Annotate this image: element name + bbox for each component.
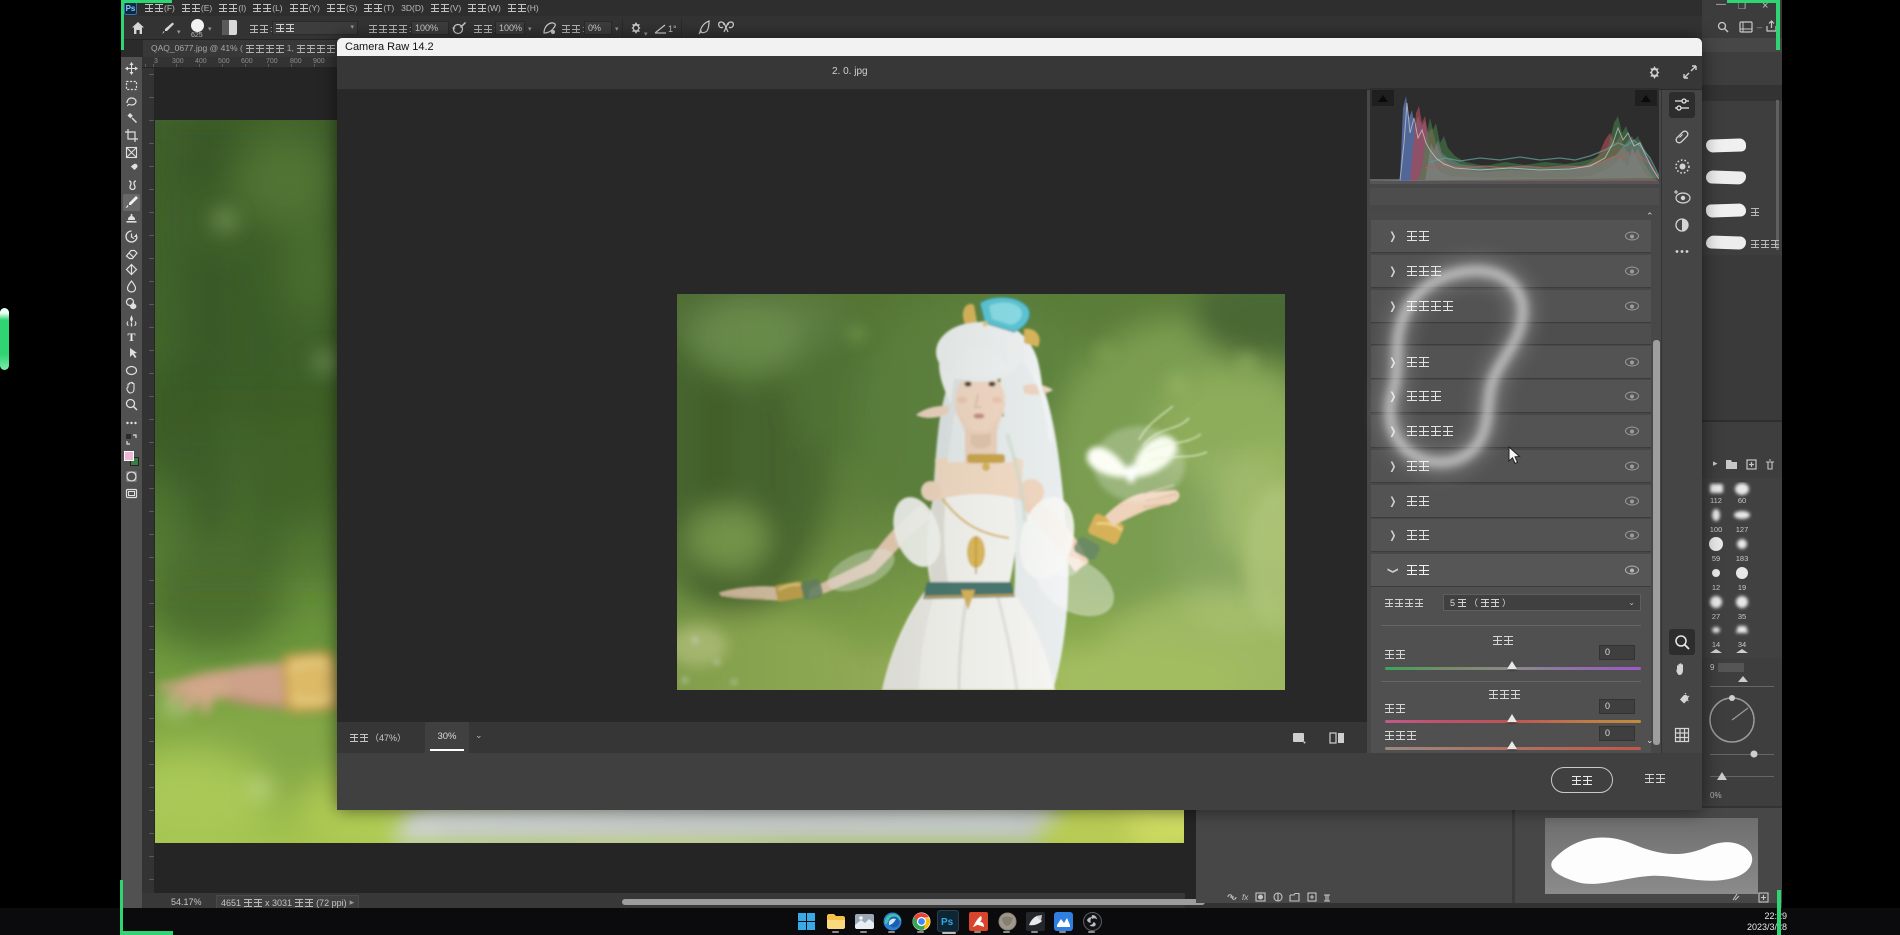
svg-text:34: 34 <box>1738 640 1746 649</box>
svg-text:0%: 0% <box>1710 791 1722 800</box>
svg-text:fx: fx <box>1242 893 1249 902</box>
svg-text:100: 100 <box>1710 525 1723 534</box>
svg-text:59: 59 <box>1712 554 1720 563</box>
svg-text:35: 35 <box>1738 612 1746 621</box>
svg-text:60: 60 <box>1738 496 1746 505</box>
svg-text:Ps: Ps <box>941 917 954 928</box>
svg-text:112: 112 <box>1710 496 1722 505</box>
svg-text:19: 19 <box>1738 583 1746 592</box>
svg-text:183: 183 <box>1736 554 1749 563</box>
svg-text:27: 27 <box>1712 612 1720 621</box>
svg-text:127: 127 <box>1736 525 1749 534</box>
svg-text:14: 14 <box>1712 640 1720 649</box>
svg-text:9: 9 <box>1710 663 1715 672</box>
svg-text:12: 12 <box>1712 583 1720 592</box>
